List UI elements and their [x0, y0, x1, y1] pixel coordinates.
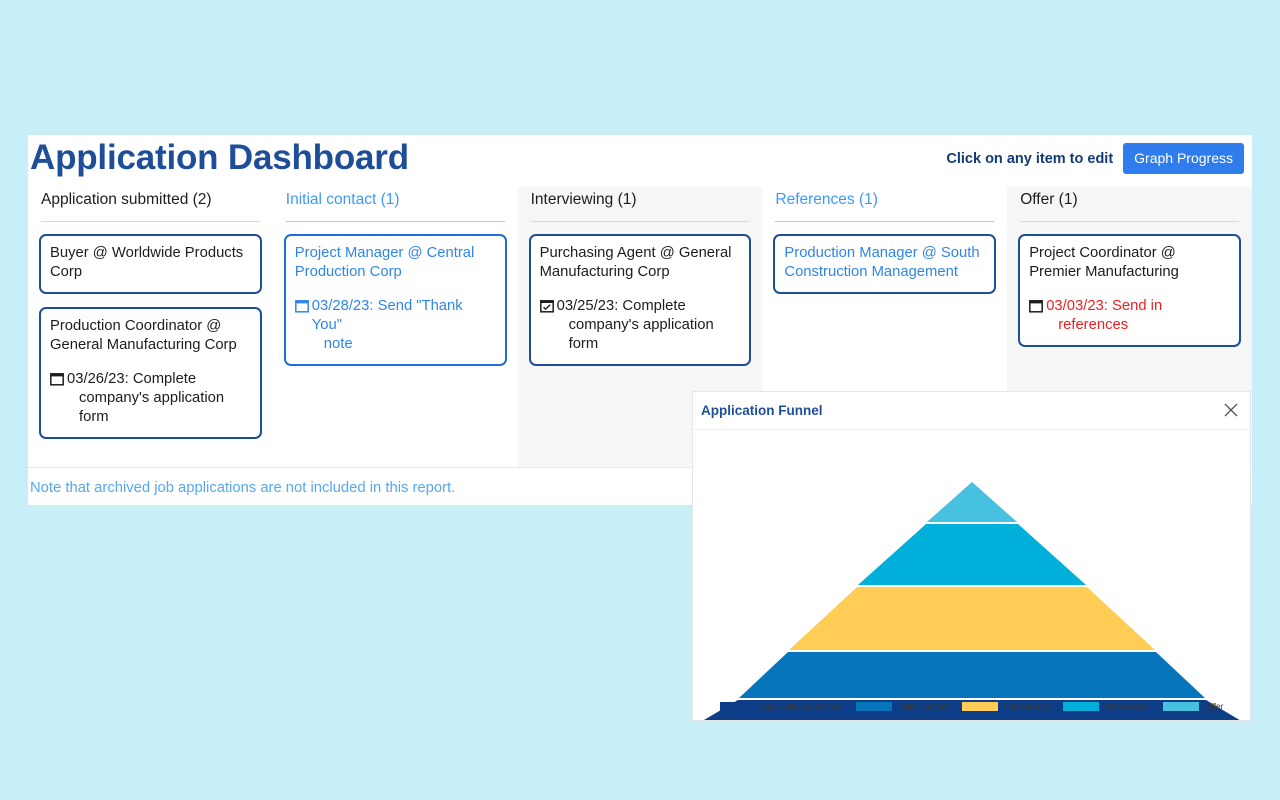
job-card-title: Production Coordinator @ General Manufac… — [50, 318, 237, 353]
job-card[interactable]: Production Manager @ South Construction … — [773, 234, 997, 294]
legend-swatch-offer — [1162, 701, 1199, 711]
application-funnel-panel: Application Funnel Application submitted… — [693, 392, 1250, 720]
task-text: 03/26/23: Complete company's application … — [67, 371, 225, 425]
funnel-band-references[interactable] — [858, 524, 1086, 585]
column-cards: Project Manager @ Central Production Cor… — [283, 222, 507, 366]
funnel-band-initial-contact[interactable] — [739, 652, 1205, 698]
legend-swatch-interviewing — [961, 701, 998, 711]
legend-label: Initial contact — [898, 701, 948, 711]
column-header-label: References (1) — [775, 191, 878, 208]
legend-swatch-initial-contact — [856, 701, 893, 711]
legend-item[interactable]: Initial contact — [856, 701, 948, 711]
funnel-band-offer[interactable] — [927, 482, 1017, 522]
legend-item[interactable]: Application submitted — [719, 701, 843, 711]
column-cards: Purchasing Agent @ General Manufacturing… — [528, 222, 752, 366]
edit-hint-label: Click on any item to edit — [946, 150, 1114, 167]
graph-progress-button[interactable]: Graph Progress — [1123, 143, 1244, 174]
job-card-task[interactable]: 03/25/23: Complete company's application … — [539, 297, 741, 354]
calendar-check-icon — [539, 299, 554, 313]
funnel-chart: Application submitted Initial contact In… — [693, 430, 1250, 720]
legend-label: References — [1105, 701, 1149, 711]
job-card[interactable]: Project Manager @ Central Production Cor… — [283, 234, 507, 366]
task-text: 03/25/23: Complete company's application … — [556, 298, 714, 352]
column-cards: Project Coordinator @ Premier Manufactur… — [1018, 222, 1241, 347]
column-header-label: Initial contact (1) — [285, 191, 400, 208]
job-card-title: Project Manager @ Central Production Cor… — [294, 245, 475, 280]
close-icon[interactable] — [1221, 400, 1241, 420]
legend-item[interactable]: References — [1063, 701, 1149, 711]
funnel-pyramid — [703, 482, 1240, 720]
page-title: Application Dashboard — [30, 138, 409, 177]
funnel-legend: Application submitted Initial contact In… — [693, 701, 1250, 711]
job-card-title: Production Manager @ South Construction … — [784, 245, 980, 280]
job-card-task[interactable]: 03/28/23: Send "Thank You" note — [294, 297, 496, 354]
calendar-icon — [294, 299, 309, 313]
job-card[interactable]: Buyer @ Worldwide Products Corp — [39, 234, 262, 294]
legend-item[interactable]: Offer — [1162, 701, 1224, 711]
legend-swatch-application-submitted — [719, 701, 756, 711]
column-header-label: Application submitted (2) — [41, 191, 212, 208]
job-card[interactable]: Project Coordinator @ Premier Manufactur… — [1018, 234, 1241, 347]
job-card-title: Buyer @ Worldwide Products Corp — [50, 245, 244, 280]
dashboard-header: Application Dashboard Click on any item … — [28, 135, 1252, 187]
legend-label: Application submitted — [761, 701, 843, 711]
column-cards: Buyer @ Worldwide Products Corp Producti… — [39, 222, 262, 439]
calendar-icon — [50, 372, 64, 386]
job-card[interactable]: Production Coordinator @ General Manufac… — [39, 307, 262, 439]
column-initial-contact[interactable]: Initial contact (1) Project Manager @ Ce… — [273, 187, 518, 467]
task-text: 03/28/23: Send "Thank You" note — [311, 298, 463, 352]
legend-label: Interviewing — [1003, 701, 1050, 711]
task-text: 03/03/23: Send in references — [1046, 298, 1163, 333]
job-card-task[interactable]: 03/26/23: Complete company's application … — [50, 370, 251, 427]
job-card-task[interactable]: 03/03/23: Send in references — [1029, 297, 1230, 335]
legend-item[interactable]: Interviewing — [961, 701, 1050, 711]
funnel-panel-title: Application Funnel — [701, 403, 823, 418]
column-cards: Production Manager @ South Construction … — [773, 222, 997, 294]
calendar-icon — [1029, 299, 1044, 313]
funnel-band-interviewing[interactable] — [789, 587, 1155, 650]
legend-swatch-references — [1063, 701, 1100, 711]
column-header-label: Interviewing (1) — [530, 191, 637, 208]
column-header-label: Offer (1) — [1020, 191, 1078, 208]
column-application-submitted[interactable]: Application submitted (2) Buyer @ Worldw… — [28, 187, 273, 467]
job-card-title: Purchasing Agent @ General Manufacturing… — [539, 245, 732, 280]
funnel-panel-header: Application Funnel — [693, 392, 1250, 430]
header-actions: Click on any item to edit Graph Progress — [946, 143, 1244, 174]
job-card[interactable]: Purchasing Agent @ General Manufacturing… — [528, 234, 752, 366]
job-card-title: Project Coordinator @ Premier Manufactur… — [1029, 245, 1179, 280]
app-root: Application Dashboard Click on any item … — [0, 0, 1280, 800]
legend-label: Offer — [1204, 701, 1224, 711]
